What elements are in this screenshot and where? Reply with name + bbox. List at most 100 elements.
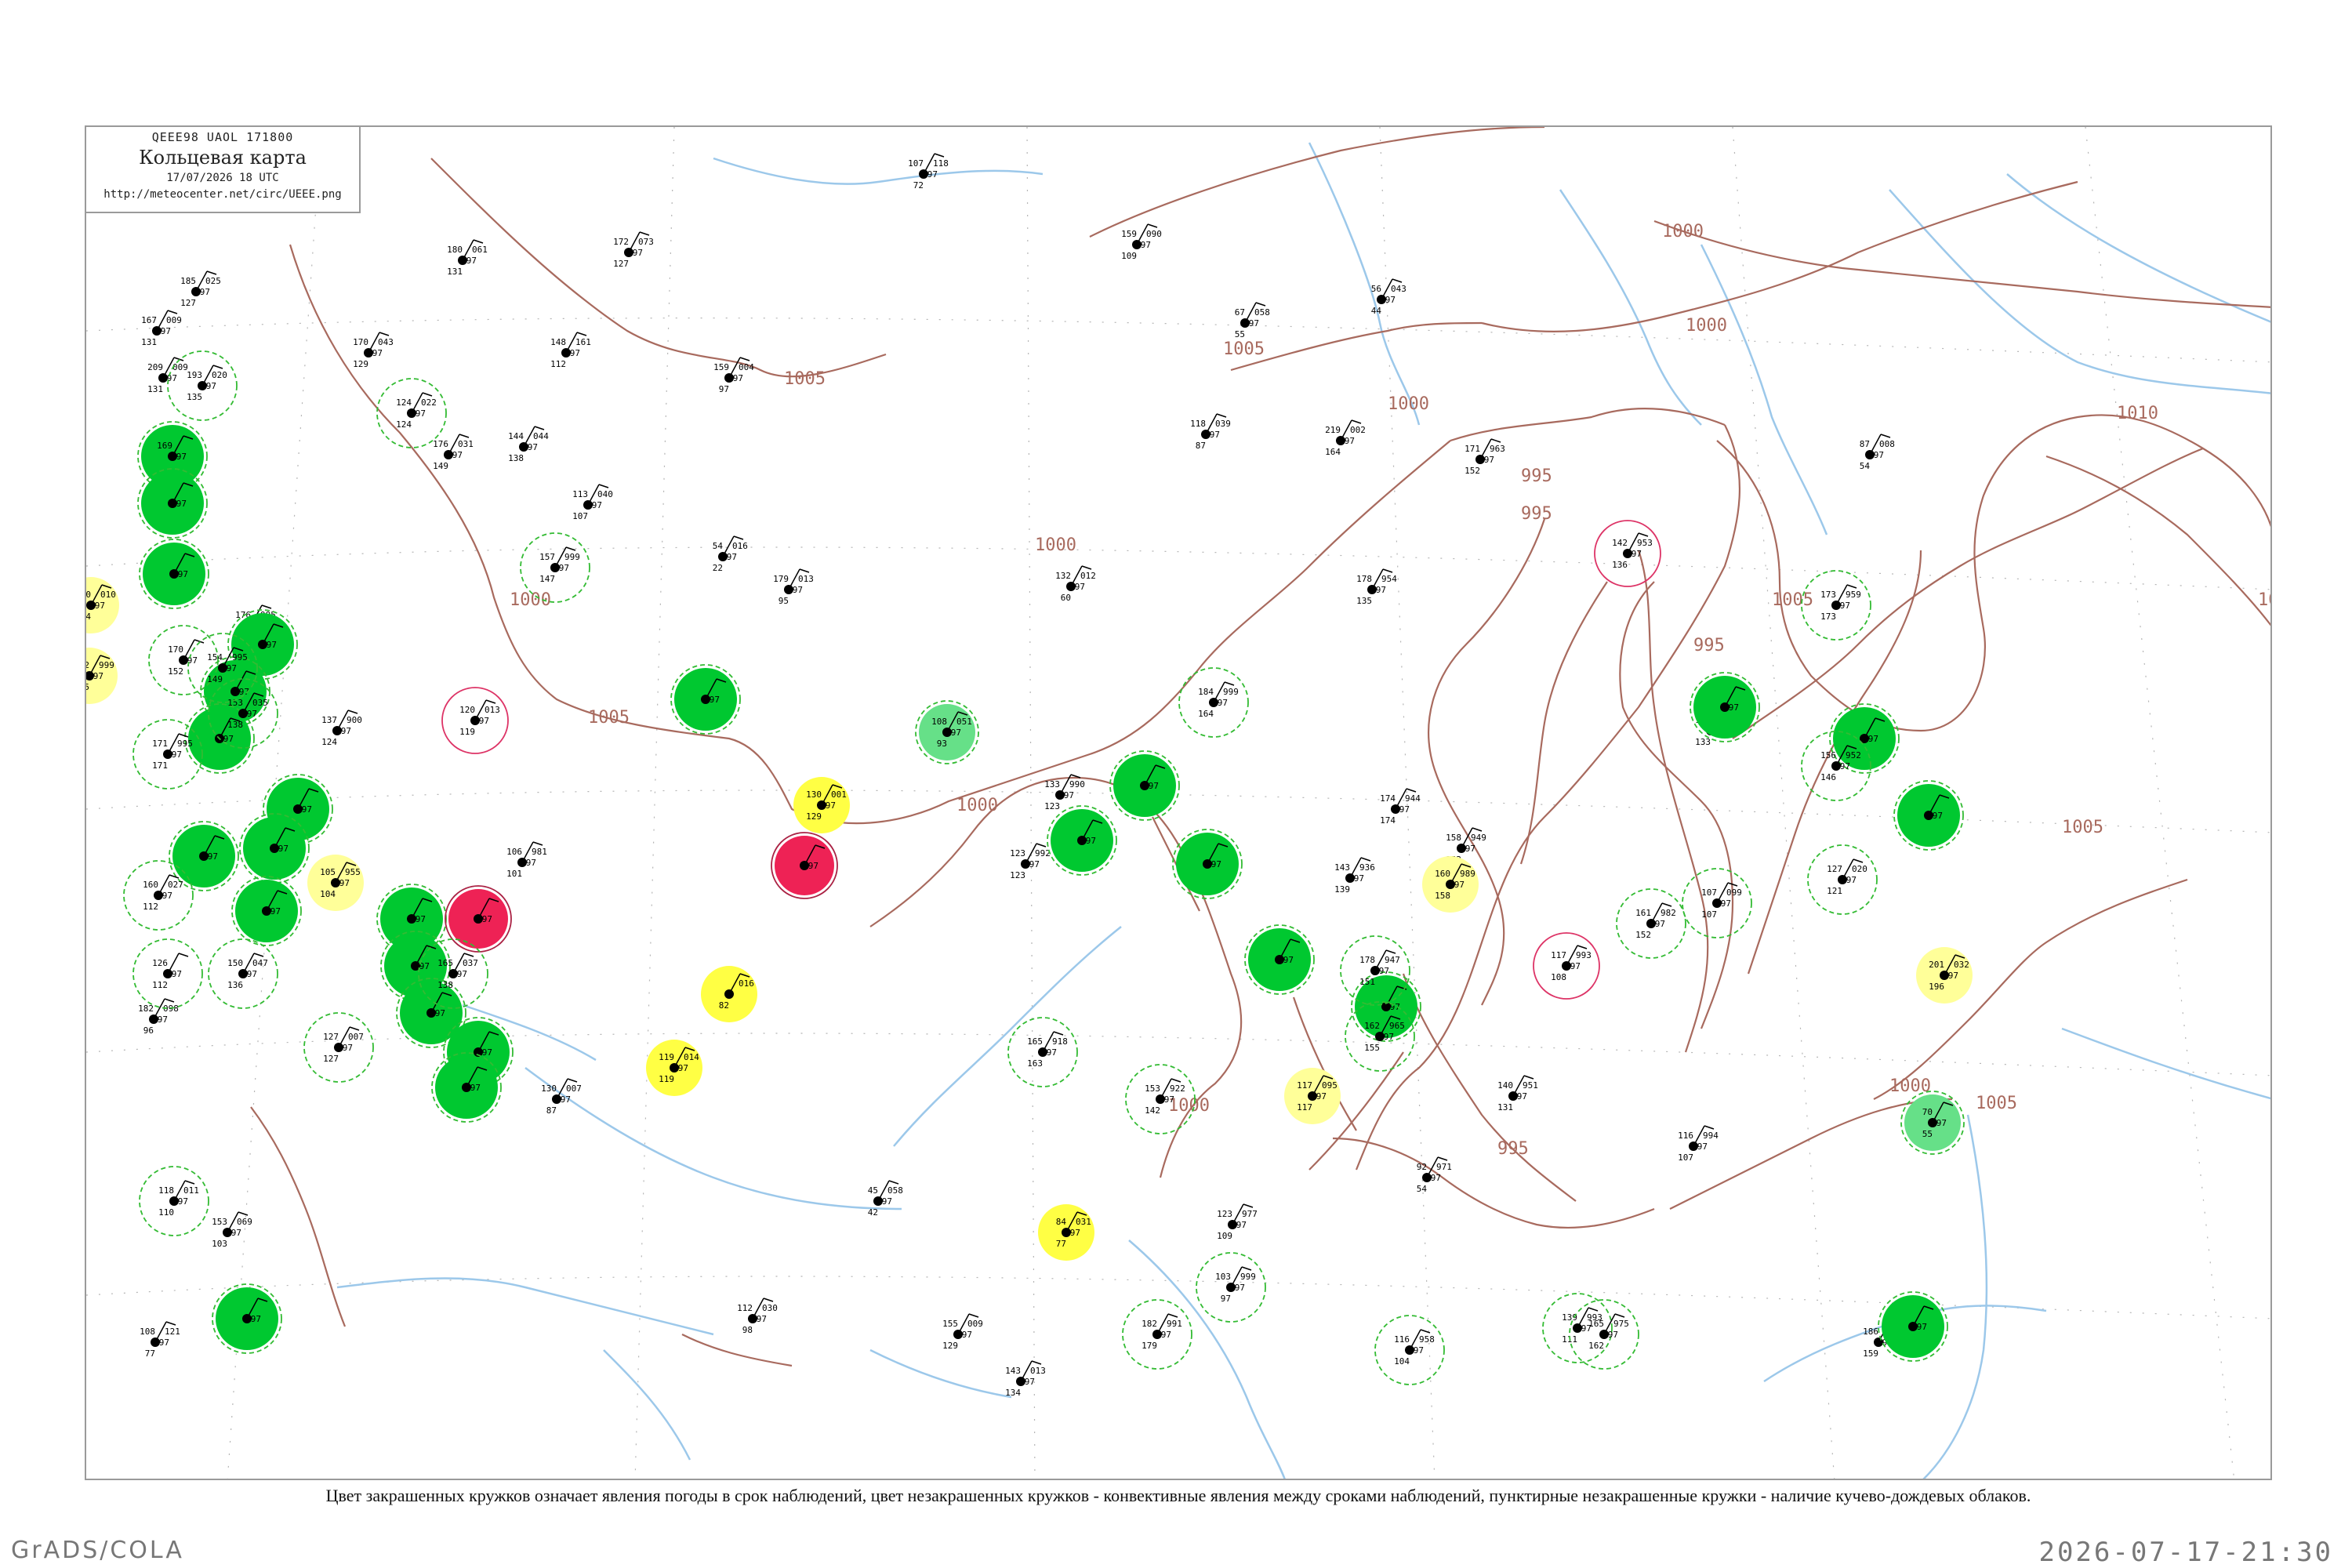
station-value: 043 [378,337,394,347]
station-value: 97 [172,969,182,979]
station-value: 167 [141,315,157,325]
station-value: 196 [1929,982,1944,992]
station-value: 97 [466,256,477,266]
station-value: 965 [1389,1021,1405,1031]
station-value: 139 [1334,884,1350,895]
station-value: 150 [227,958,243,968]
station-value: 154 [207,652,223,662]
footer-software: GrADS/COLA [11,1537,184,1564]
station-value: 952 [1846,750,1861,760]
station-value: 70 [1922,1107,1933,1117]
wind-barb-icon [1846,584,1857,589]
footer-timestamp: 2026-07-17-21:30 [2038,1537,2333,1568]
legend-url: http://meteocenter.net/circ/UEEE.png [103,188,342,201]
station-value: 002 [1350,425,1366,435]
station-plot: 161 98297 152 [1616,888,1686,959]
station-value: 97 [710,695,720,705]
station-plot: 107 09997 107 [1682,868,1752,938]
station-value: 97 [278,844,289,854]
station-value: 020 [1852,864,1867,874]
station-value: 116 [1678,1131,1693,1141]
station-value: 97 [826,800,836,811]
station-value: 97 [208,851,218,862]
wind-barb-icon [888,1180,899,1185]
isobar-line [1716,414,2270,732]
station-value: 54 [713,541,724,551]
station-value: 97 [206,381,216,391]
station-value: 918 [1052,1036,1068,1047]
station-value: 60 [1061,593,1071,603]
station-value: 97 [1316,1091,1327,1102]
station-value: 97 [1517,1091,1527,1102]
station-value: 174 [1380,815,1396,826]
river [603,1349,691,1461]
station-value: 97 [1283,955,1294,965]
station-plot: 67 05897 55 [1235,302,1270,339]
station-value: 97 [470,1083,481,1093]
station-value: 155 [942,1319,958,1329]
station-value: 97 [962,1330,972,1340]
station-plot: 171 96397 152 [1465,438,1505,476]
station-value: 118 [158,1185,174,1196]
station-value: 124 [396,397,412,408]
station-value: 119 [659,1052,674,1062]
wind-barb-icon [1216,413,1227,418]
station-value: 955 [345,867,361,877]
wind-barb-icon [253,953,264,957]
station-plot: 176 03197 149 [433,434,474,471]
station-value: 158 [1435,891,1450,901]
wind-barb-icon [238,1211,249,1216]
station-value: 124 [321,737,337,747]
station-plot: 97 [231,876,302,946]
station-value: 97 [1948,971,1958,981]
station-value: 121 [1827,886,1842,896]
station-value: 87 [1860,439,1870,449]
station-value: 169 [157,441,172,451]
station-value: 152 [1465,466,1480,476]
station-value: 97 [1385,295,1396,305]
station-value: 013 [798,574,814,584]
station-value: 97 [719,384,729,394]
station-value: 039 [1215,419,1231,429]
station-value: 97 [479,716,489,726]
station-plot: 132 01297 60 [1055,565,1096,603]
station-value: 97 [1570,961,1581,971]
river [893,926,1122,1147]
wind-barb-icon [459,434,470,438]
station-value: 010 [100,590,116,600]
station-value: 97 [1936,1118,1947,1128]
station-plot: 016 82 [701,966,757,1022]
station-value: 97 [372,348,383,358]
station-value: 44 [1371,306,1382,316]
station-value: 140 [1497,1080,1513,1091]
station-value: 161 [575,337,591,347]
station-value: 55 [1235,329,1245,339]
station-plot: 120 01397 119 [441,687,509,754]
station-value: 012 [1080,571,1096,581]
station-plot: 97 [670,664,741,735]
station-value: 099 [1726,887,1742,898]
station-value: 97 [159,1338,169,1348]
station-value: 051 [956,717,972,727]
station-value: 172 [613,237,629,247]
station-value: 97 [1379,966,1389,976]
station-value: 97 [727,552,737,562]
station-value: 97 [1047,1047,1057,1058]
station-value: 990 [1069,779,1085,789]
station-value: 97 [200,287,210,297]
station-plot: 126 97 112 [132,938,203,1009]
station-value: 155 [1364,1043,1380,1053]
station-value: 159 [1121,229,1137,239]
wind-barb-icon [167,310,178,314]
station-value: 044 [533,431,549,441]
wind-barb-icon [1243,1203,1254,1208]
station-value: 117 [1297,1080,1312,1091]
station-plot: 142 95397 136 [1594,520,1661,587]
station-value: 97 [435,1008,445,1018]
station-value: 162 [1364,1021,1380,1031]
wind-barb-icon [473,239,484,244]
wind-barb-icon [639,231,650,236]
river [524,1066,902,1210]
station-value: 97 [678,1063,688,1073]
station-plot: 123 99297 123 [1010,843,1051,880]
